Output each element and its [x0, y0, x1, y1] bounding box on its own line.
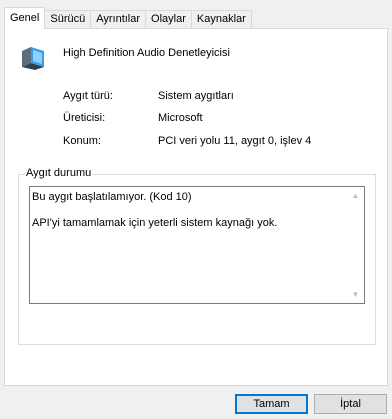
tab-strip: Genel Sürücü Ayrıntılar Olaylar Kaynakla… [4, 7, 252, 29]
device-status-group: Aygıt durumu Bu aygıt başlatılamıyor. (K… [18, 167, 376, 345]
general-tab-panel: High Definition Audio Denetleyicisi Aygı… [4, 28, 388, 386]
tab-resources[interactable]: Kaynaklar [190, 10, 252, 28]
scroll-down-icon[interactable]: ▼ [351, 290, 360, 299]
device-status-text: Bu aygıt başlatılamıyor. (Kod 10) API'yi… [32, 190, 344, 242]
scroll-up-icon[interactable]: ▲ [351, 191, 360, 200]
device-status-textbox[interactable]: Bu aygıt başlatılamıyor. (Kod 10) API'yi… [29, 186, 365, 304]
manufacturer-value: Microsoft [158, 112, 203, 124]
device-status-title: Aygıt durumu [25, 167, 93, 179]
cancel-button[interactable]: İptal [314, 394, 387, 414]
location-label: Konum: [63, 135, 101, 147]
status-line-1: Bu aygıt başlatılamıyor. (Kod 10) [32, 191, 192, 203]
tab-general[interactable]: Genel [4, 7, 46, 29]
manufacturer-label: Üreticisi: [63, 112, 106, 124]
device-type-label: Aygıt türü: [63, 90, 113, 102]
device-type-value: Sistem aygıtları [158, 90, 234, 102]
status-line-2: API'yi tamamlamak için yeterli sistem ka… [32, 217, 278, 229]
tab-events[interactable]: Olaylar [145, 10, 192, 28]
device-name: High Definition Audio Denetleyicisi [63, 47, 230, 59]
ok-button[interactable]: Tamam [235, 394, 308, 414]
location-value: PCI veri yolu 11, aygıt 0, işlev 4 [158, 135, 312, 147]
tab-driver[interactable]: Sürücü [44, 10, 92, 28]
status-scrollbar[interactable]: ▲ ▼ [347, 187, 364, 303]
audio-device-icon [22, 47, 44, 70]
tab-details[interactable]: Ayrıntılar [90, 10, 147, 28]
